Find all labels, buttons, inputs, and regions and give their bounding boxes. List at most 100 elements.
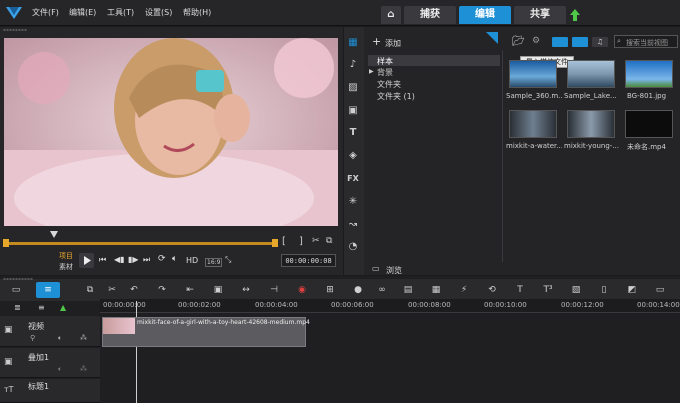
- folder-background[interactable]: 背景: [377, 67, 393, 78]
- home-start-icon[interactable]: ⏮: [99, 255, 106, 265]
- volume-icon[interactable]: 🔈︎: [172, 254, 177, 264]
- resize-icon[interactable]: ⤡: [225, 255, 231, 265]
- path-icon[interactable]: ↝: [346, 218, 360, 232]
- storyboard-view-icon[interactable]: ▭: [10, 284, 22, 296]
- browse-button[interactable]: 浏览: [386, 265, 402, 276]
- title-template-icon[interactable]: ▣: [346, 104, 360, 118]
- snapshot-icon[interactable]: ⧉: [326, 236, 332, 246]
- pin-icon[interactable]: [486, 32, 498, 44]
- media-thumb-label-2: Sample_Lake...: [564, 92, 617, 100]
- replace-icon[interactable]: ⧉: [84, 284, 96, 296]
- scrub-bar[interactable]: [5, 242, 277, 245]
- clip-mode-label[interactable]: 素材: [59, 262, 73, 272]
- add-folder-button[interactable]: 添加: [385, 38, 401, 49]
- chapter-icon[interactable]: ≡: [38, 303, 45, 312]
- cut-icon[interactable]: ✂: [106, 284, 118, 296]
- trim-out-handle[interactable]: [272, 239, 278, 247]
- chain-icon[interactable]: ∞: [376, 284, 388, 296]
- next-frame-icon[interactable]: ▮▶: [128, 255, 139, 264]
- media-thumb-3[interactable]: [625, 60, 673, 88]
- aspect-ratio-select[interactable]: 16:9: [205, 258, 223, 267]
- media-thumb-label-4: mixkit-a-water...: [506, 142, 562, 150]
- instant-project-icon[interactable]: ♪: [346, 58, 360, 72]
- folder-folder[interactable]: 文件夹: [377, 79, 401, 90]
- import-media-icon[interactable]: 📂︎: [512, 36, 525, 47]
- record-icon[interactable]: ▣: [212, 284, 224, 296]
- trim-in-handle[interactable]: [3, 239, 9, 247]
- folder-folder-1[interactable]: 文件夹 (1): [377, 91, 415, 102]
- text-icon[interactable]: T: [514, 284, 526, 296]
- media-thumb-4[interactable]: [509, 110, 557, 138]
- menu-help[interactable]: 帮助(H): [183, 7, 211, 18]
- upload-icon[interactable]: [570, 9, 580, 21]
- timeline-view-button[interactable]: ≡: [36, 282, 60, 298]
- filter-photo-button[interactable]: [572, 37, 588, 47]
- mark-in-icon[interactable]: [: [282, 236, 286, 247]
- end-icon[interactable]: ⏭: [143, 255, 150, 265]
- menu-file[interactable]: 文件(F): [32, 7, 59, 18]
- ripple-icon[interactable]: ↔: [240, 284, 252, 296]
- split-clip-icon[interactable]: ✂: [312, 236, 320, 246]
- graphics-icon[interactable]: ◈: [346, 149, 360, 163]
- track-header-overlay: [0, 348, 100, 378]
- media-thumb-6[interactable]: [625, 110, 673, 138]
- browse-icon[interactable]: ▭: [372, 264, 380, 273]
- prev-frame-icon[interactable]: ◀▮: [114, 255, 125, 264]
- media-thumb-5[interactable]: [567, 110, 615, 138]
- add-folder-icon[interactable]: +: [372, 35, 381, 48]
- fullscreen-icon[interactable]: ▭: [654, 284, 666, 296]
- speed-icon[interactable]: ◔: [346, 240, 360, 254]
- trim-icon[interactable]: ⊣: [268, 284, 280, 296]
- fx-icon[interactable]: FX: [346, 172, 360, 186]
- ruler-label-4: 00:00:08:00: [408, 301, 451, 309]
- menu-edit[interactable]: 编辑(E): [69, 7, 96, 18]
- video-preview[interactable]: [4, 38, 338, 226]
- 3d-title-icon[interactable]: T³: [542, 284, 554, 296]
- redo-icon[interactable]: ↷: [156, 284, 168, 296]
- transition-icon[interactable]: ▨: [346, 81, 360, 95]
- undo-icon[interactable]: ↶: [128, 284, 140, 296]
- add-marker-icon[interactable]: ▲: [60, 303, 66, 312]
- menu-tools[interactable]: 工具(T): [107, 7, 134, 18]
- tab-edit[interactable]: 编辑: [459, 6, 511, 24]
- title-icon[interactable]: T: [346, 126, 360, 140]
- tab-share[interactable]: 共享: [514, 6, 566, 24]
- play-button[interactable]: [79, 253, 94, 268]
- filter-video-button[interactable]: [552, 37, 568, 47]
- fit-icon[interactable]: ⇤: [184, 284, 196, 296]
- filter-audio-button[interactable]: ♫: [592, 37, 608, 47]
- rotate-icon[interactable]: ⟲: [486, 284, 498, 296]
- motion-icon[interactable]: ⚡: [458, 284, 470, 296]
- media-thumb-1[interactable]: [509, 60, 557, 88]
- track-manager-icon[interactable]: ≣: [14, 303, 21, 312]
- menu-settings[interactable]: 设置(S): [145, 7, 172, 18]
- split-screen-icon[interactable]: ◩: [626, 284, 638, 296]
- repeat-icon[interactable]: ⟳: [158, 254, 166, 264]
- clip-icon[interactable]: ▦: [430, 284, 442, 296]
- hd-toggle[interactable]: HD: [186, 256, 198, 265]
- playhead-marker[interactable]: [50, 231, 58, 239]
- subtitle-icon[interactable]: ▤: [402, 284, 414, 296]
- media-icon[interactable]: ▦: [346, 36, 360, 50]
- mute-icon[interactable]: 🔈︎: [58, 334, 62, 343]
- project-mode-label[interactable]: 项目: [59, 251, 73, 261]
- multi-icon[interactable]: ●: [352, 284, 364, 296]
- mark-out-icon[interactable]: ]: [299, 236, 303, 247]
- grid-icon[interactable]: ⁂: [80, 334, 87, 342]
- tab-home[interactable]: ⌂: [381, 6, 401, 24]
- library-settings-icon[interactable]: ⚙: [532, 36, 540, 46]
- merge-icon[interactable]: ⊞: [324, 284, 336, 296]
- mask-icon[interactable]: ◉: [296, 284, 308, 296]
- overlay-grid-icon[interactable]: ⁂: [80, 365, 87, 373]
- expand-icon[interactable]: ▶: [369, 68, 374, 75]
- tab-capture[interactable]: 捕获: [404, 6, 456, 24]
- search-box[interactable]: ⌕ 搜索当前视图: [614, 35, 678, 48]
- particle-icon[interactable]: ✳: [346, 195, 360, 209]
- color-icon[interactable]: ▧: [570, 284, 582, 296]
- folder-samples[interactable]: 样本: [377, 56, 393, 67]
- link-icon[interactable]: ⚲: [30, 334, 35, 342]
- overlay-mute-icon[interactable]: 🔈︎: [58, 365, 62, 374]
- camera-icon[interactable]: ▯: [598, 284, 610, 296]
- media-thumb-2[interactable]: [567, 60, 615, 88]
- timecode-display[interactable]: 00:00:00:08: [281, 254, 336, 267]
